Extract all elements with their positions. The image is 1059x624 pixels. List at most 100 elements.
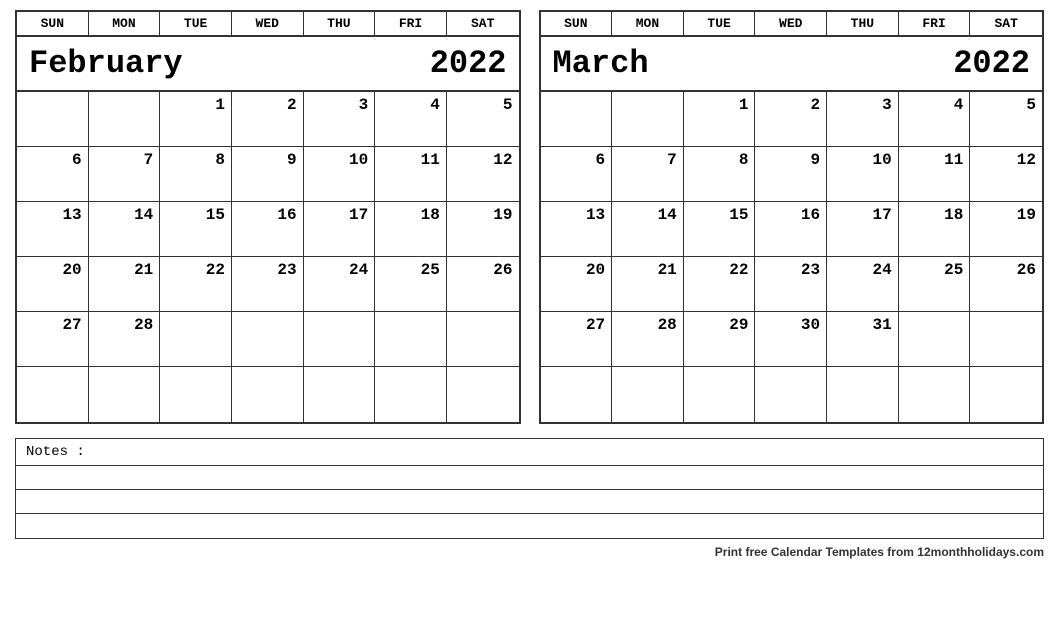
notes-section: Notes :	[15, 438, 1044, 539]
table-row	[612, 92, 684, 147]
table-row: 16	[755, 202, 827, 257]
table-row: 5	[970, 92, 1042, 147]
table-row: 20	[17, 257, 89, 312]
table-row: 14	[89, 202, 161, 257]
table-row: 19	[447, 202, 519, 257]
footer-site: 12monthholidays.com	[917, 545, 1044, 559]
calendars-container: SUN MON TUE WED THU FRI SAT February 202…	[15, 10, 1044, 424]
table-row	[304, 312, 376, 367]
table-row: 6	[541, 147, 613, 202]
table-row	[232, 312, 304, 367]
table-row	[160, 312, 232, 367]
table-row: 18	[375, 202, 447, 257]
mar-day-tue: TUE	[684, 12, 756, 35]
table-row	[160, 367, 232, 422]
table-row	[827, 367, 899, 422]
table-row: 2	[755, 92, 827, 147]
table-row: 19	[970, 202, 1042, 257]
footer-text: Print free Calendar Templates from	[715, 545, 918, 559]
table-row: 27	[17, 312, 89, 367]
mar-day-wed: WED	[755, 12, 827, 35]
table-row	[970, 367, 1042, 422]
table-row: 5	[447, 92, 519, 147]
table-row	[899, 367, 971, 422]
table-row	[89, 367, 161, 422]
table-row: 4	[375, 92, 447, 147]
table-row: 31	[827, 312, 899, 367]
table-row	[375, 367, 447, 422]
table-row: 24	[304, 257, 376, 312]
table-row	[17, 92, 89, 147]
table-row: 7	[89, 147, 161, 202]
footer: Print free Calendar Templates from 12mon…	[15, 545, 1044, 559]
table-row	[232, 367, 304, 422]
table-row: 27	[541, 312, 613, 367]
table-row: 10	[827, 147, 899, 202]
table-row: 13	[541, 202, 613, 257]
notes-line-1[interactable]	[16, 466, 1043, 490]
table-row: 16	[232, 202, 304, 257]
table-row	[375, 312, 447, 367]
table-row: 25	[375, 257, 447, 312]
feb-day-tue: TUE	[160, 12, 232, 35]
feb-month-name: February	[29, 45, 183, 82]
table-row: 26	[970, 257, 1042, 312]
table-row: 22	[160, 257, 232, 312]
table-row: 28	[89, 312, 161, 367]
march-calendar: SUN MON TUE WED THU FRI SAT March 2022 1…	[539, 10, 1045, 424]
mar-year: 2022	[953, 45, 1030, 82]
feb-day-wed: WED	[232, 12, 304, 35]
table-row: 23	[755, 257, 827, 312]
notes-header: Notes :	[16, 439, 1043, 466]
table-row: 1	[684, 92, 756, 147]
table-row: 12	[970, 147, 1042, 202]
table-row	[304, 367, 376, 422]
feb-grid: 1234567891011121314151617181920212223242…	[17, 92, 519, 422]
mar-grid: 1234567891011121314151617181920212223242…	[541, 92, 1043, 422]
table-row: 9	[755, 147, 827, 202]
table-row: 24	[827, 257, 899, 312]
table-row: 2	[232, 92, 304, 147]
table-row	[447, 312, 519, 367]
mar-day-sun: SUN	[541, 12, 613, 35]
table-row: 13	[17, 202, 89, 257]
table-row: 3	[827, 92, 899, 147]
table-row	[89, 92, 161, 147]
table-row: 21	[612, 257, 684, 312]
feb-month-row: February 2022	[17, 37, 519, 92]
mar-day-headers: SUN MON TUE WED THU FRI SAT	[541, 12, 1043, 37]
table-row	[17, 367, 89, 422]
table-row: 15	[160, 202, 232, 257]
table-row: 9	[232, 147, 304, 202]
table-row	[970, 312, 1042, 367]
feb-day-mon: MON	[89, 12, 161, 35]
february-calendar: SUN MON TUE WED THU FRI SAT February 202…	[15, 10, 521, 424]
table-row	[899, 312, 971, 367]
notes-line-2[interactable]	[16, 490, 1043, 514]
table-row: 8	[684, 147, 756, 202]
mar-month-row: March 2022	[541, 37, 1043, 92]
table-row: 30	[755, 312, 827, 367]
table-row: 22	[684, 257, 756, 312]
table-row: 23	[232, 257, 304, 312]
table-row: 12	[447, 147, 519, 202]
table-row	[447, 367, 519, 422]
mar-day-thu: THU	[827, 12, 899, 35]
mar-day-mon: MON	[612, 12, 684, 35]
table-row: 11	[375, 147, 447, 202]
feb-year: 2022	[430, 45, 507, 82]
feb-day-thu: THU	[304, 12, 376, 35]
table-row: 3	[304, 92, 376, 147]
table-row: 17	[304, 202, 376, 257]
table-row: 14	[612, 202, 684, 257]
table-row: 28	[612, 312, 684, 367]
notes-line-3[interactable]	[16, 514, 1043, 538]
table-row: 21	[89, 257, 161, 312]
table-row	[684, 367, 756, 422]
table-row	[541, 92, 613, 147]
table-row: 25	[899, 257, 971, 312]
table-row: 15	[684, 202, 756, 257]
mar-month-name: March	[553, 45, 649, 82]
table-row: 4	[899, 92, 971, 147]
table-row: 17	[827, 202, 899, 257]
